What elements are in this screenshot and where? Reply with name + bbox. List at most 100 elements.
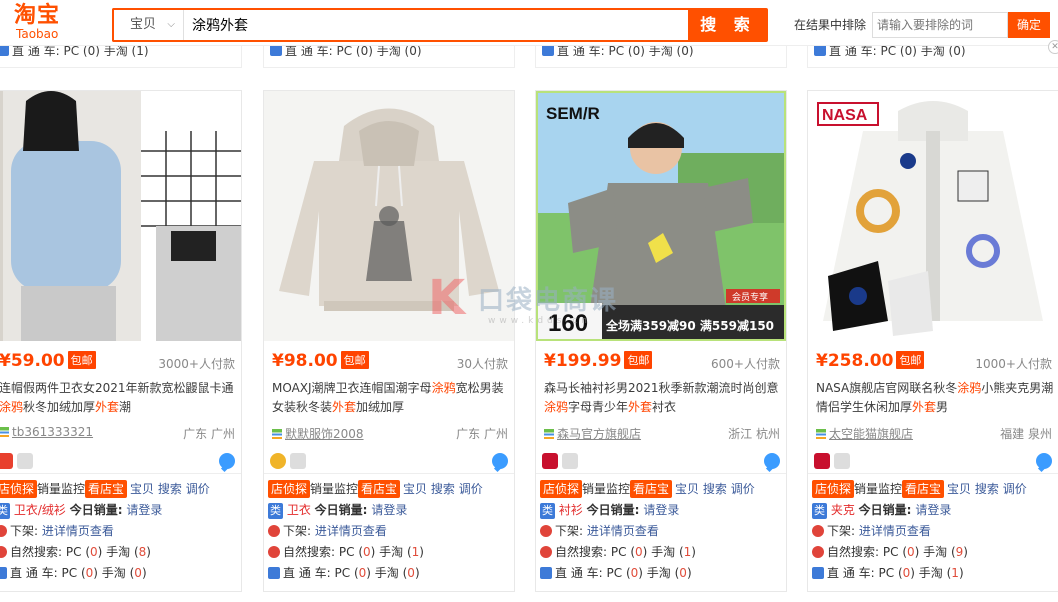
chat-icon[interactable] <box>219 453 235 469</box>
product-image[interactable] <box>264 91 514 341</box>
car-icon <box>0 567 7 579</box>
today-sales-label: 今日销量: <box>858 503 912 517</box>
promo-big-price: 160 <box>548 310 588 337</box>
member-tag: 会员专享 <box>732 291 768 303</box>
product-card[interactable]: NASA ¥258.00 包邮 1000+人付款 NASA旗舰店官网联名秋冬涂鸦小… <box>807 90 1058 592</box>
detail-page-link[interactable]: 进详情页查看 <box>587 524 659 538</box>
search-button[interactable]: 搜 索 <box>688 8 768 42</box>
natural-search-label: 自然搜索: <box>827 545 880 559</box>
dianzhentan-button[interactable]: 店侦探 <box>540 480 583 498</box>
search-input[interactable] <box>188 10 678 40</box>
login-link[interactable]: 请登录 <box>126 503 162 517</box>
price-adjust-link[interactable]: 调价 <box>731 482 755 496</box>
shop-icon <box>816 429 826 439</box>
product-image[interactable]: NASA <box>808 91 1058 341</box>
car-icon <box>812 567 824 579</box>
product-card[interactable]: SEM/R 160 全场满359减90 满559减150 会员专享 ¥199.9… <box>535 90 787 592</box>
dianzhentan-button[interactable]: 店侦探 <box>268 480 311 498</box>
exclude-input[interactable] <box>872 12 1008 38</box>
chevron-down-icon: ⌵ <box>167 19 175 30</box>
login-link[interactable]: 请登录 <box>371 503 407 517</box>
location: 广东 广州 <box>183 427 235 441</box>
close-icon[interactable]: ✕ <box>1048 40 1058 54</box>
chat-icon[interactable] <box>492 453 508 469</box>
baobei-link[interactable]: 宝贝 <box>403 482 427 496</box>
detail-page-link[interactable]: 进详情页查看 <box>42 524 114 538</box>
price-adjust-link[interactable]: 调价 <box>459 482 483 496</box>
search-link[interactable]: 搜索 <box>975 482 999 496</box>
price-adjust-link[interactable]: 调价 <box>186 482 210 496</box>
category-tag: 类 <box>812 503 827 519</box>
delist-label: 下架: <box>10 524 39 538</box>
baobei-link[interactable]: 宝贝 <box>947 482 971 496</box>
search-doc-icon[interactable] <box>834 453 850 469</box>
baobei-link[interactable]: 宝贝 <box>675 482 699 496</box>
baobei-link[interactable]: 宝贝 <box>130 482 154 496</box>
search-category-select[interactable]: 宝贝 ⌵ <box>114 10 184 40</box>
shop-name-link[interactable]: 森马官方旗舰店 <box>557 427 641 441</box>
product-title[interactable]: MOAXJ潮牌卫衣连帽国潮字母涂鸦宽松男装女装秋冬装外套加绒加厚 <box>272 379 512 419</box>
shop-name-link[interactable]: tb361333321 <box>12 425 93 439</box>
sales-monitor-link[interactable]: 销量监控 <box>854 482 902 496</box>
search-link[interactable]: 搜索 <box>158 482 182 496</box>
natural-search-label: 自然搜索: <box>283 545 336 559</box>
clock-icon <box>268 525 280 537</box>
sales-monitor-link[interactable]: 销量监控 <box>310 482 358 496</box>
search-link[interactable]: 搜索 <box>431 482 455 496</box>
person-icon <box>268 546 280 558</box>
detail-page-link[interactable]: 进详情页查看 <box>859 524 931 538</box>
car-icon <box>540 567 552 579</box>
login-link[interactable]: 请登录 <box>915 503 951 517</box>
price-adjust-link[interactable]: 调价 <box>1003 482 1027 496</box>
search-doc-icon[interactable] <box>17 453 33 469</box>
location: 福建 泉州 <box>1000 427 1052 441</box>
sales-monitor-link[interactable]: 销量监控 <box>37 482 85 496</box>
sales-monitor-link[interactable]: 销量监控 <box>582 482 630 496</box>
prev-ztc-text: 直 通 车: PC (0) 手淘 (1) <box>12 44 149 58</box>
clock-icon <box>0 525 7 537</box>
product-title[interactable]: NASA旗舰店官网联名秋冬涂鸦小熊夹克男潮情侣学生休闲加厚外套男 <box>816 379 1056 419</box>
product-title[interactable]: 森马长袖衬衫男2021秋季新款潮流时尚创意涂鸦字母青少年外套衬衣 <box>544 379 784 419</box>
kandianbao-button[interactable]: 看店宝 <box>358 480 401 498</box>
today-sales-label: 今日销量: <box>586 503 640 517</box>
search-link[interactable]: 搜索 <box>703 482 727 496</box>
product-price: ¥258.00 <box>816 351 894 371</box>
kandianbao-button[interactable]: 看店宝 <box>902 480 945 498</box>
search-doc-icon[interactable] <box>562 453 578 469</box>
product-image[interactable]: SEM/R 160 全场满359减90 满559减150 会员专享 <box>536 91 786 341</box>
tmall-badge-icon <box>542 453 558 469</box>
plugin-tools: 店侦探 销量监控 看店宝 宝贝 搜索 调价 类 夹克 今日销量: 请登录 下架: 进详… <box>808 473 1058 593</box>
free-shipping-badge: 包邮 <box>340 351 369 369</box>
chat-icon[interactable] <box>1036 453 1052 469</box>
clock-icon <box>540 525 552 537</box>
product-card[interactable]: ¥98.00 包邮 30人付款 MOAXJ潮牌卫衣连帽国潮字母涂鸦宽松男装女装秋冬… <box>263 90 515 592</box>
dianzhentan-button[interactable]: 店侦探 <box>0 480 38 498</box>
chat-icon[interactable] <box>764 453 780 469</box>
shop-icon <box>272 429 282 439</box>
ztc-label: 直 通 车: <box>10 566 58 580</box>
kandianbao-button[interactable]: 看店宝 <box>85 480 128 498</box>
exclude-confirm-button[interactable]: 确定 <box>1008 12 1050 38</box>
product-title[interactable]: 连帽假两件卫衣女2021年新款宽松鼹鼠卡通涂鸦秋冬加绒加厚外套潮 <box>0 379 239 419</box>
detail-page-link[interactable]: 进详情页查看 <box>315 524 387 538</box>
plugin-tools: 店侦探 销量监控 看店宝 宝贝 搜索 调价 类 卫衣/绒衫 今日销量: 请登录 下架:… <box>0 473 241 593</box>
login-link[interactable]: 请登录 <box>643 503 679 517</box>
nasa-logo-text: NASA <box>822 107 868 124</box>
shop-name-link[interactable]: 太空能猫旗舰店 <box>829 427 913 441</box>
search-doc-icon[interactable] <box>290 453 306 469</box>
product-photo-nasa-jacket: NASA <box>808 91 1058 341</box>
ztc-label: 直 通 车: <box>283 566 331 580</box>
dianzhentan-button[interactable]: 店侦探 <box>812 480 855 498</box>
product-card[interactable]: ¥59.00 包邮 3000+人付款 连帽假两件卫衣女2021年新款宽松鼹鼠卡通涂… <box>0 90 242 592</box>
ztc-label: 直 通 车: <box>555 566 603 580</box>
product-photo-beige-hoodie <box>264 91 514 341</box>
logo-cn: 淘宝 <box>14 3 61 28</box>
prev-ztc-text: 直 通 车: PC (0) 手淘 (0) <box>557 44 694 58</box>
shop-name-link[interactable]: 默默服饰2008 <box>285 427 364 441</box>
product-image[interactable] <box>0 91 241 341</box>
plugin-tools: 店侦探 销量监控 看店宝 宝贝 搜索 调价 类 衬衫 今日销量: 请登录 下架: 进详… <box>536 473 786 593</box>
kandianbao-button[interactable]: 看店宝 <box>630 480 673 498</box>
paid-count: 1000+人付款 <box>975 357 1052 371</box>
taobao-logo[interactable]: 淘宝 Taobao <box>14 4 74 42</box>
exclude-label: 在结果中排除 <box>794 18 867 32</box>
